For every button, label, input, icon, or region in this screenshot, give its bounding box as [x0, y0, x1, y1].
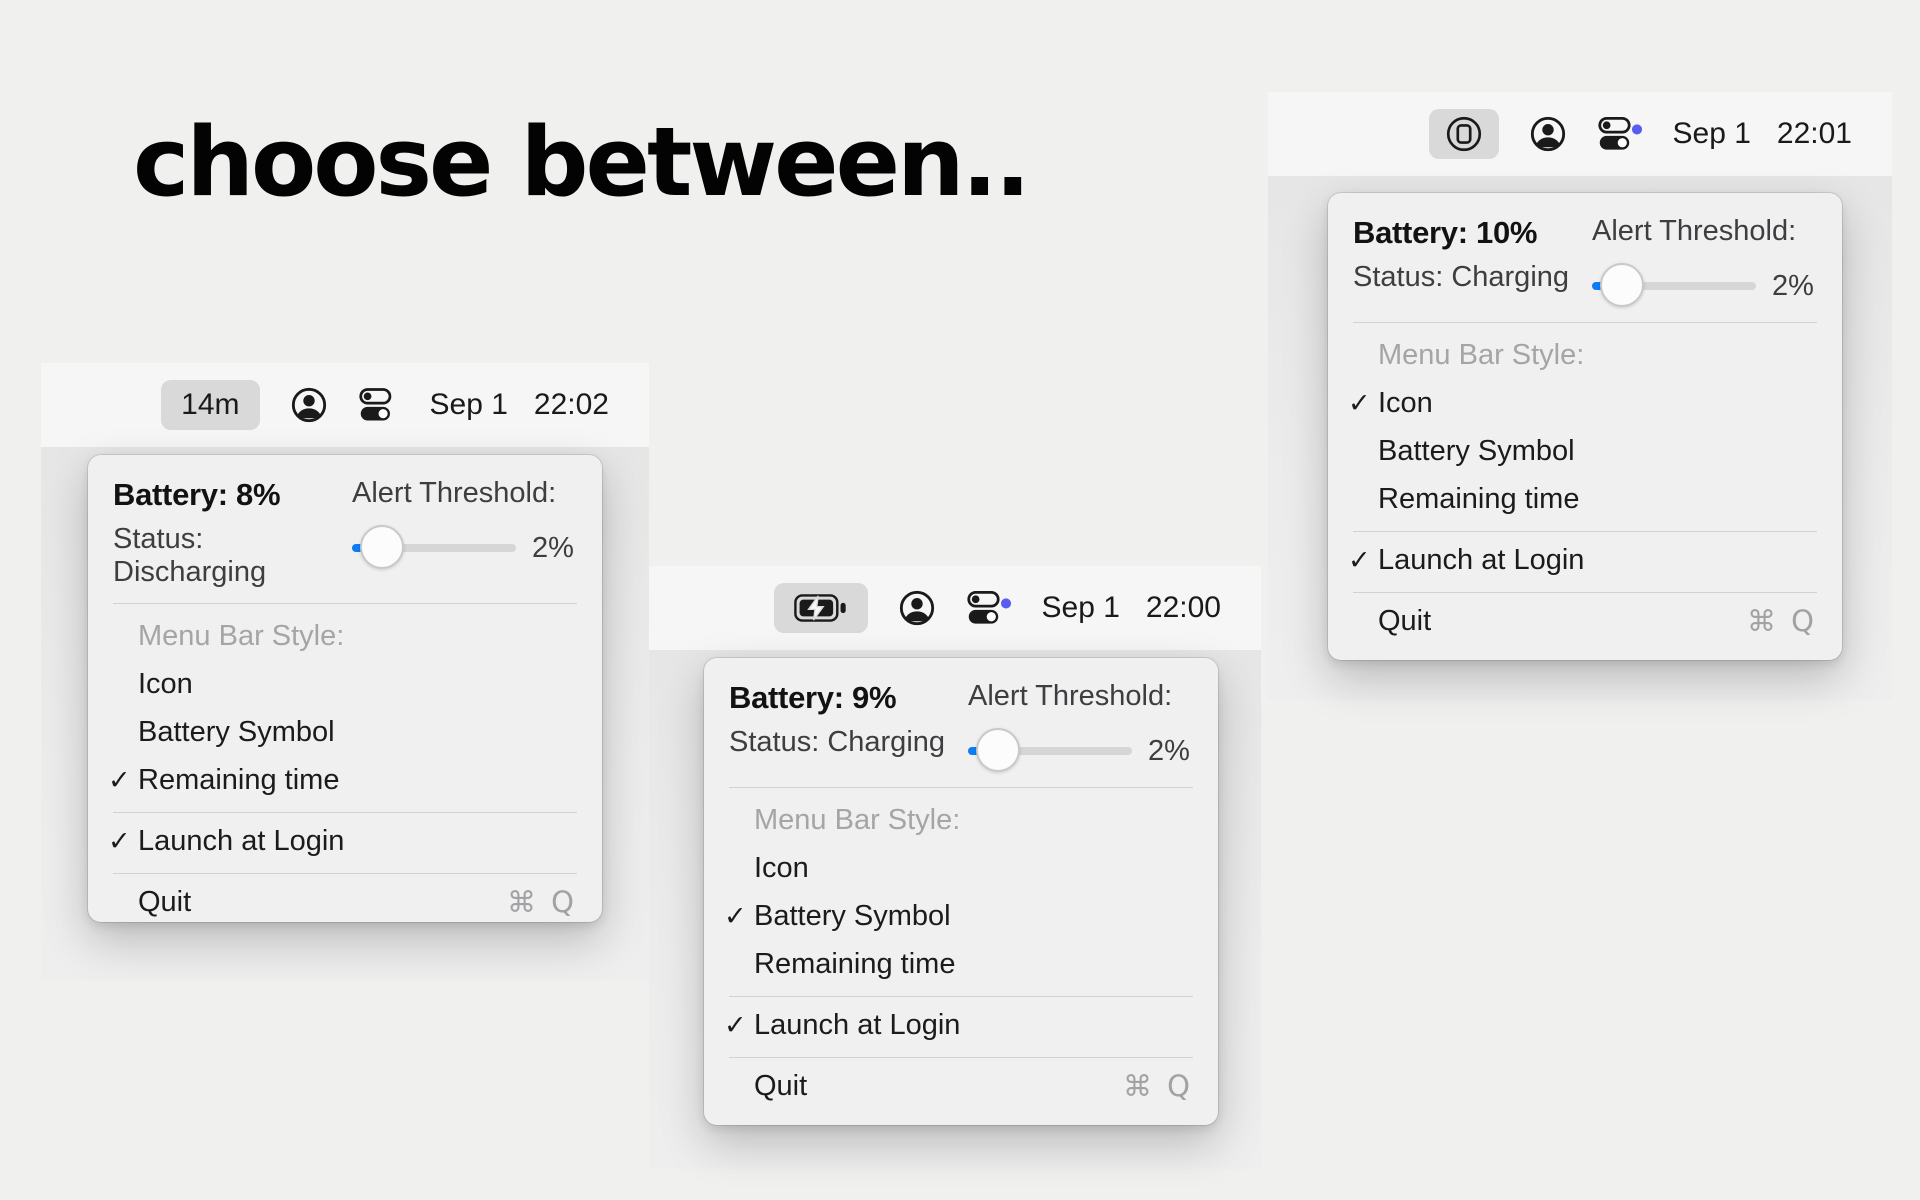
alert-threshold-slider[interactable]: [968, 747, 1132, 755]
menu-item-launch-at-login[interactable]: ✓ Launch at Login: [704, 1001, 1218, 1049]
battery-status: Status: Charging: [729, 726, 968, 759]
menu-item-launch-at-login[interactable]: ✓ Launch at Login: [1328, 536, 1842, 584]
screenshot-icon-style: Sep 1 22:01 Battery: 10% Status: Chargin…: [1268, 92, 1892, 700]
alert-threshold-label: Alert Threshold:: [1592, 215, 1817, 248]
checkmark-icon: ✓: [108, 826, 138, 857]
divider: [729, 1057, 1193, 1058]
alert-threshold-value: 2%: [532, 532, 574, 565]
battery-app-menubar-button[interactable]: [774, 583, 868, 633]
control-center-icon-with-notification[interactable]: [966, 589, 1012, 627]
menubar-date: Sep 1: [1042, 591, 1120, 625]
alert-threshold-slider[interactable]: [352, 544, 516, 552]
panel-header: Battery: 8% Status: Discharging Alert Th…: [88, 477, 602, 589]
checkmark-icon: ✓: [724, 901, 754, 932]
quit-shortcut: ⌘ Q: [507, 885, 577, 919]
checkmark-icon: ✓: [1348, 545, 1378, 576]
menu-item-icon[interactable]: Icon: [704, 844, 1218, 892]
battery-charging-icon: [794, 593, 848, 623]
menubar-clock[interactable]: Sep 1 22:01: [1673, 117, 1852, 151]
notification-dot: [1000, 598, 1010, 608]
battery-status: Status: Discharging: [113, 523, 352, 589]
menubar-time: 22:00: [1146, 591, 1221, 625]
app-battery-circle-icon: [1443, 113, 1485, 155]
notification-dot: [1631, 124, 1641, 134]
checkmark-icon: ✓: [724, 1010, 754, 1041]
quit-shortcut: ⌘ Q: [1123, 1069, 1193, 1103]
divider: [1353, 531, 1817, 532]
menu-item-icon[interactable]: ✓ Icon: [1328, 379, 1842, 427]
divider: [729, 787, 1193, 788]
battery-dropdown-menu: Battery: 8% Status: Discharging Alert Th…: [88, 455, 602, 922]
alert-threshold-label: Alert Threshold:: [968, 680, 1193, 713]
battery-percentage: Battery: 8%: [113, 477, 352, 513]
menu-item-quit[interactable]: Quit ⌘ Q: [704, 1062, 1218, 1110]
alert-threshold-slider[interactable]: [1592, 282, 1756, 290]
menu-item-remaining-time[interactable]: Remaining time: [704, 940, 1218, 988]
control-center-icon-with-notification[interactable]: [1597, 115, 1643, 153]
user-account-icon[interactable]: [1529, 115, 1567, 153]
battery-dropdown-menu: Battery: 10% Status: Charging Alert Thre…: [1328, 193, 1842, 660]
menubar-time: 22:01: [1777, 117, 1852, 151]
divider: [1353, 592, 1817, 593]
page-title: choose between..: [133, 108, 1028, 218]
menu-item-battery-symbol[interactable]: Battery Symbol: [1328, 427, 1842, 475]
divider: [113, 873, 577, 874]
control-center-icon[interactable]: [358, 386, 400, 424]
battery-percentage: Battery: 9%: [729, 680, 968, 716]
divider: [113, 603, 577, 604]
battery-status: Status: Charging: [1353, 261, 1592, 294]
battery-app-menubar-button[interactable]: [1429, 109, 1499, 159]
menubar-clock[interactable]: Sep 1 22:02: [430, 388, 609, 422]
menubar-clock[interactable]: Sep 1 22:00: [1042, 591, 1221, 625]
checkmark-icon: ✓: [1348, 388, 1378, 419]
menubar-date: Sep 1: [1673, 117, 1751, 151]
menu-bar: Sep 1 22:01: [1268, 92, 1892, 176]
divider: [1353, 322, 1817, 323]
menu-item-battery-symbol[interactable]: Battery Symbol: [88, 708, 602, 756]
battery-app-menubar-button[interactable]: 14m: [161, 380, 259, 430]
menu-bar-style-heading: Menu Bar Style:: [1328, 331, 1842, 379]
menu-item-quit[interactable]: Quit ⌘ Q: [1328, 597, 1842, 645]
slider-knob[interactable]: [360, 525, 404, 569]
screenshot-battery-symbol: Sep 1 22:00 Battery: 9% Status: Charging…: [649, 566, 1261, 1169]
menu-bar: 14m Sep 1 22:02: [41, 363, 649, 447]
alert-threshold-value: 2%: [1148, 735, 1190, 768]
user-account-icon[interactable]: [290, 386, 328, 424]
alert-threshold-label: Alert Threshold:: [352, 477, 577, 510]
quit-shortcut: ⌘ Q: [1747, 604, 1817, 638]
menu-bar-style-heading: Menu Bar Style:: [88, 612, 602, 660]
menu-item-quit[interactable]: Quit ⌘ Q: [88, 878, 602, 926]
menu-item-remaining-time[interactable]: ✓ Remaining time: [88, 756, 602, 804]
menu-bar: Sep 1 22:00: [649, 566, 1261, 650]
menu-item-launch-at-login[interactable]: ✓ Launch at Login: [88, 817, 602, 865]
battery-dropdown-menu: Battery: 9% Status: Charging Alert Thres…: [704, 658, 1218, 1125]
slider-knob[interactable]: [976, 728, 1020, 772]
checkmark-icon: ✓: [108, 765, 138, 796]
panel-header: Battery: 9% Status: Charging Alert Thres…: [704, 680, 1218, 773]
battery-percentage: Battery: 10%: [1353, 215, 1592, 251]
menu-item-remaining-time[interactable]: Remaining time: [1328, 475, 1842, 523]
alert-threshold-value: 2%: [1772, 270, 1814, 303]
screenshot-remaining-time: 14m Sep 1 22:02 Battery: 8% Status: Disc…: [41, 363, 649, 980]
slider-knob[interactable]: [1600, 263, 1644, 307]
menu-item-icon[interactable]: Icon: [88, 660, 602, 708]
menubar-date: Sep 1: [430, 388, 508, 422]
divider: [729, 996, 1193, 997]
remaining-time-label: 14m: [181, 388, 239, 422]
menubar-time: 22:02: [534, 388, 609, 422]
panel-header: Battery: 10% Status: Charging Alert Thre…: [1328, 215, 1842, 308]
menu-bar-style-heading: Menu Bar Style:: [704, 796, 1218, 844]
menu-item-battery-symbol[interactable]: ✓ Battery Symbol: [704, 892, 1218, 940]
user-account-icon[interactable]: [898, 589, 936, 627]
divider: [113, 812, 577, 813]
